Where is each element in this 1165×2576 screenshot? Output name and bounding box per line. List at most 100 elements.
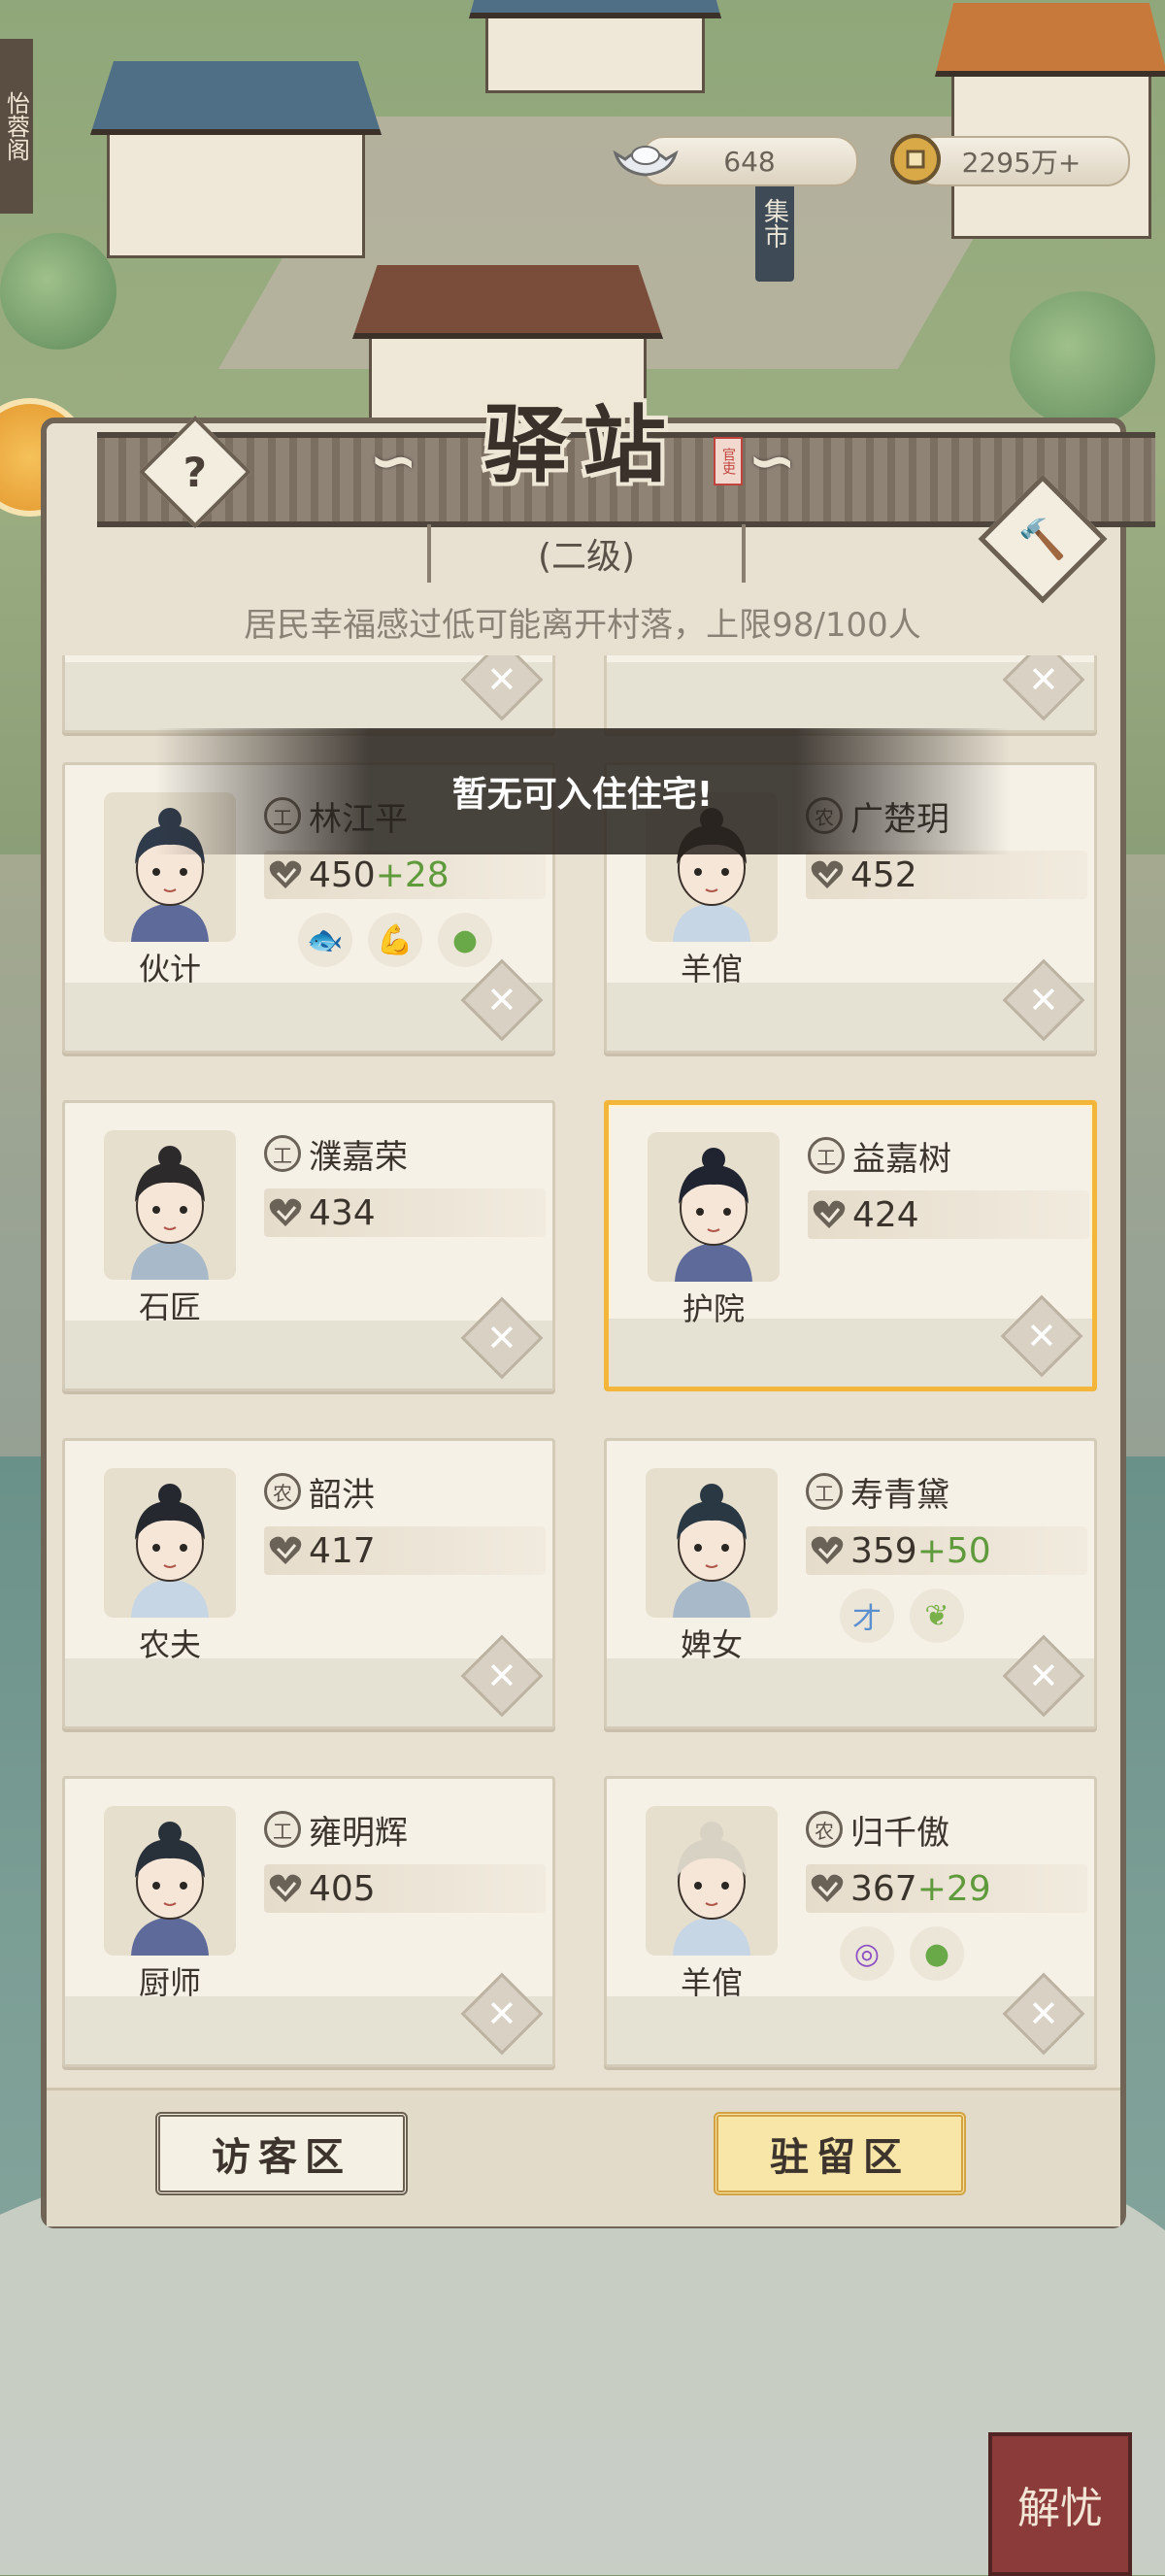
happiness-heart-icon <box>269 1536 302 1564</box>
happiness-value: 367 <box>850 1868 917 1909</box>
title-seal: 官吏 <box>714 437 743 485</box>
close-icon: ✕ <box>486 1992 517 2035</box>
title-text: 驿站 <box>483 395 682 494</box>
resident-role: 护院 <box>682 1290 745 1327</box>
resident-name: 韶洪 <box>309 1475 375 1515</box>
resident-name: 归千傲 <box>850 1813 949 1853</box>
resident-card-partial: ✕ <box>604 655 1097 733</box>
happiness-heart-icon <box>811 1874 844 1902</box>
happiness-value: 359 <box>850 1530 917 1571</box>
happiness-heart-icon <box>269 1198 302 1226</box>
name-row: 工益嘉树 <box>808 1134 951 1179</box>
happiness-value: 450 <box>309 854 376 895</box>
happiness-bonus: +29 <box>916 1868 991 1909</box>
resident-card[interactable]: 厨师 工雍明辉 405 ✕ <box>62 1776 555 2067</box>
happiness-bonus: +50 <box>916 1530 991 1571</box>
resident-portrait <box>104 1806 236 1956</box>
resident-list[interactable]: ✕ ✕ 伙计工林江平450+28🐟💪●✕羊倌农广楚玥452✕石匠工濮嘉荣434✕… <box>56 655 1113 2083</box>
relief-seal-button[interactable]: 解忧 <box>988 2432 1132 2576</box>
profession-badge: 工 <box>264 1135 301 1172</box>
close-icon: ✕ <box>1028 1655 1059 1697</box>
name-row: 工寿青黛 <box>806 1470 949 1515</box>
trait-list: 🐟 💪 ● <box>298 913 492 967</box>
resident-role: 石匠 <box>138 1288 201 1325</box>
coin-counter: 2295万+ <box>913 136 1130 186</box>
fish-icon[interactable]: 🐟 <box>298 913 352 967</box>
resident-card[interactable]: 护院 工益嘉树 424 ✕ <box>604 1100 1097 1391</box>
resident-role: 羊倌 <box>680 1964 743 2001</box>
happiness-heart-icon <box>811 860 844 888</box>
happiness-value: 434 <box>309 1192 376 1233</box>
happiness-value: 417 <box>309 1530 376 1571</box>
happiness-row: 424 <box>808 1190 1089 1239</box>
resident-portrait <box>104 1130 236 1280</box>
leaf-icon[interactable]: ❦ <box>910 1589 964 1643</box>
happiness-row: 417 <box>264 1526 546 1575</box>
muscle-icon[interactable]: 💪 <box>368 913 422 967</box>
happiness-bonus: +28 <box>375 854 449 895</box>
close-icon: ✕ <box>486 658 517 701</box>
house <box>469 0 721 93</box>
capacity-notice: 居民幸福感过低可能离开村落，上限98/100人 <box>244 605 921 645</box>
happiness-row: 450 +28 <box>264 851 546 899</box>
happiness-value: 405 <box>309 1868 376 1909</box>
profession-badge: 工 <box>264 1811 301 1848</box>
close-icon: ✕ <box>1028 1992 1059 2035</box>
happiness-row: 367 +29 <box>806 1864 1087 1913</box>
body-icon[interactable]: ● <box>438 913 492 967</box>
resident-role: 婢女 <box>680 1626 743 1663</box>
resident-card[interactable]: 农夫 农韶洪 417 ✕ <box>62 1438 555 1729</box>
trait-list: ◎ ● <box>840 1926 964 1981</box>
help-icon: ? <box>183 448 208 496</box>
close-icon: ✕ <box>486 979 517 1021</box>
happiness-row: 434 <box>264 1188 546 1237</box>
resident-card[interactable]: 婢女工寿青黛 359 +50 才 ❦ ✕ <box>604 1438 1097 1729</box>
profession-badge: 农 <box>264 1473 301 1510</box>
resident-role: 农夫 <box>138 1626 201 1663</box>
happiness-heart-icon <box>269 1874 302 1902</box>
close-icon: ✕ <box>486 1317 517 1359</box>
close-icon: ✕ <box>1028 979 1059 1021</box>
name-row: 工濮嘉荣 <box>264 1132 408 1177</box>
happiness-row: 359 +50 <box>806 1526 1087 1575</box>
tree <box>1010 291 1155 427</box>
body-icon[interactable]: ● <box>910 1926 964 1981</box>
happiness-value: 424 <box>852 1194 919 1235</box>
profession-badge: 农 <box>806 1811 843 1848</box>
name-row: 工雍明辉 <box>264 1808 408 1853</box>
resident-card[interactable]: 石匠 工濮嘉荣 434 ✕ <box>62 1100 555 1391</box>
resident-name: 益嘉树 <box>852 1139 951 1179</box>
purple-swirl-icon[interactable]: ◎ <box>840 1926 894 1981</box>
resident-portrait <box>646 1468 778 1618</box>
station-level: (二级) <box>427 524 746 583</box>
resident-name: 雍明辉 <box>309 1813 408 1853</box>
happiness-heart-icon <box>811 1536 844 1564</box>
silver-amount: 648 <box>723 145 776 178</box>
name-row: 农韶洪 <box>264 1470 375 1515</box>
talent-icon[interactable]: 才 <box>840 1589 894 1643</box>
profession-badge: 工 <box>808 1137 845 1174</box>
happiness-row: 405 <box>264 1864 546 1913</box>
coin-amount: 2295万+ <box>961 147 1082 179</box>
building-sign[interactable]: 怡蓉阁 <box>0 39 33 214</box>
toast-message: 暂无可入住住宅! <box>155 728 1010 854</box>
happiness-heart-icon <box>813 1200 846 1228</box>
close-icon: ✕ <box>1026 1315 1057 1357</box>
resident-name: 寿青黛 <box>850 1475 949 1515</box>
trait-list: 才 ❦ <box>840 1589 964 1643</box>
resident-portrait <box>646 1806 778 1956</box>
tab-resident-area[interactable]: 驻留区 <box>714 2112 966 2195</box>
silver-ingot-icon <box>612 134 680 184</box>
name-row: 农归千傲 <box>806 1808 949 1853</box>
tab-visitor-area[interactable]: 访客区 <box>155 2112 408 2195</box>
house <box>90 61 382 258</box>
close-icon: ✕ <box>1028 658 1059 701</box>
resident-card[interactable]: 羊倌农归千傲 367 +29 ◎ ● ✕ <box>604 1776 1097 2067</box>
happiness-heart-icon <box>269 860 302 888</box>
resident-portrait <box>104 1468 236 1618</box>
resident-portrait <box>648 1132 780 1282</box>
profession-badge: 工 <box>806 1473 843 1510</box>
resident-role: 羊倌 <box>680 951 743 987</box>
copper-coin-icon <box>888 132 943 186</box>
resident-role: 伙计 <box>138 951 201 987</box>
